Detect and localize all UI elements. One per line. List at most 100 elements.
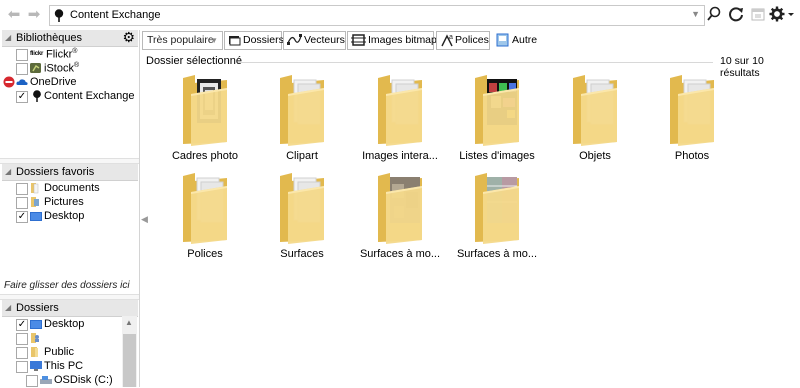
checkbox[interactable] [16,347,28,359]
folder-item-user[interactable] [0,332,136,346]
back-arrow-icon[interactable]: ⬅ [6,7,22,23]
checkbox[interactable]: ✓ [16,319,28,331]
folder-item[interactable]: Objets [550,74,640,174]
settings-gear-icon[interactable] [769,6,795,24]
search-icon[interactable] [707,6,721,24]
folder-item-label: Cadres photo [171,150,239,162]
folder-item-label: Surfaces à mo... [456,248,538,260]
library-item-onedrive[interactable]: OneDrive [0,76,136,90]
folder-item[interactable]: Images intera... [355,74,445,174]
chevron-down-icon[interactable]: ▼ [691,9,700,19]
folder-icon [573,75,617,146]
collapse-triangle-icon[interactable]: ◢ [5,167,11,176]
folder-item-label: Objets [579,150,611,162]
libraries-title: Bibliothèques [16,32,83,44]
gear-icon[interactable]: ⚙ [122,29,135,46]
library-label: Flickr [46,48,73,61]
checkbox[interactable] [16,333,28,345]
library-item-istock[interactable]: iStock® [0,62,136,76]
checkbox[interactable] [16,183,28,195]
folder-item-osdisk[interactable]: OSDisk (C:) [0,374,136,388]
scroll-up-arrow-icon[interactable]: ▲ [125,318,133,327]
registered-mark: ® [73,62,80,69]
flickr-icon: flickr [30,51,44,57]
other-icon [496,33,509,47]
forward-arrow-icon[interactable]: ➡ [26,7,42,23]
button-label: Vecteurs [304,34,345,46]
folder-item-label: Clipart [286,150,318,162]
user-folder-icon [31,333,39,343]
library-label: iStock [44,62,74,75]
chevron-down-icon: ▼ [210,36,218,45]
folders-title: Dossiers [16,302,59,314]
checkbox[interactable]: ✓ [16,91,28,103]
folder-icon [31,347,38,357]
folder-item-label: Photos [674,150,710,162]
filter-folders-button[interactable]: Dossiers [224,31,284,50]
folder-item-desktop[interactable]: ✓ Desktop [0,318,136,332]
folder-icon [280,75,324,146]
folder-item[interactable]: Cadres photo [160,74,250,174]
favorites-header[interactable]: ◢ Dossiers favoris [2,164,138,181]
bitmap-icon [351,34,366,46]
folder-item[interactable]: Photos [647,74,737,174]
section-divider [238,62,713,63]
folder-label: OSDisk (C:) [54,374,113,386]
favorite-item-desktop[interactable]: ✓ Desktop [0,210,136,224]
library-label: Content Exchange [44,90,135,102]
collapse-triangle-icon[interactable]: ◢ [5,33,11,42]
library-item-content-exchange[interactable]: ✓ Content Exchange [0,90,136,104]
filter-bitmap-button[interactable]: Images bitmap [347,31,437,50]
favorite-item-documents[interactable]: Documents [0,182,136,196]
refresh-icon[interactable] [728,6,744,24]
folder-item[interactable]: Surfaces [257,172,347,272]
filter-other-button[interactable]: Autre [492,31,539,50]
checkbox[interactable] [16,63,28,75]
folder-label: Public [44,346,74,358]
button-label: Polices [455,34,489,46]
folder-item-public[interactable]: Public [0,346,136,360]
favorite-label: Documents [44,182,100,194]
folder-item[interactable]: Surfaces à mo... [452,172,542,272]
folder-item[interactable]: Surfaces à mo... [355,172,445,272]
folder-item[interactable]: Listes d'images [452,74,542,174]
onedrive-icon [16,79,28,86]
collapse-triangle-icon[interactable]: ◢ [5,303,11,312]
folder-item-label: Surfaces à mo... [359,248,441,260]
section-label: Dossier sélectionné [146,55,242,67]
sort-select[interactable]: Très populaire ▼ [142,31,223,50]
folders-header[interactable]: ◢ Dossiers [2,300,138,317]
documents-folder-icon [31,183,39,194]
folder-icon [378,173,422,244]
checkbox[interactable] [16,49,28,61]
scroll-thumb[interactable] [123,334,136,387]
checkbox[interactable] [26,375,38,387]
folder-icon [670,75,714,146]
filter-vectors-button[interactable]: Vecteurs [283,31,346,50]
collapse-panel-arrow-icon[interactable]: ◀ [141,214,148,225]
address-field[interactable]: Content Exchange ▼ [49,5,705,26]
library-item-flickr[interactable]: flickr Flickr® [0,48,136,62]
vector-icon [287,34,302,45]
folder-item[interactable]: Polices [160,172,250,272]
folder-item-label: Listes d'images [459,150,535,162]
folder-icon [183,75,227,146]
favorite-item-pictures[interactable]: Pictures [0,196,136,210]
calendar-icon[interactable] [751,6,765,24]
istock-icon [30,63,41,73]
folder-item-this-pc[interactable]: This PC [0,360,136,374]
filter-fonts-button[interactable]: a Polices [436,31,490,50]
libraries-header[interactable]: ◢ Bibliothèques ⚙ [2,29,138,47]
sort-value: Très populaire [147,34,214,46]
left-panel: ◢ Bibliothèques ⚙ flickr Flickr® iStock®… [0,29,140,388]
folder-item[interactable]: Clipart [257,74,347,174]
svg-text:a: a [449,34,453,41]
checkbox[interactable]: ✓ [16,211,28,223]
checkbox[interactable] [16,197,28,209]
button-label: Dossiers [243,34,284,46]
checkbox[interactable] [16,361,28,373]
disk-drive-icon [40,376,52,384]
folders-scrollbar[interactable]: ▲ [122,316,137,387]
drop-hint: Faire glisser des dossiers ici [4,280,130,291]
filter-toolbar: Très populaire ▼ Dossiers Vecteurs Image… [140,30,800,50]
